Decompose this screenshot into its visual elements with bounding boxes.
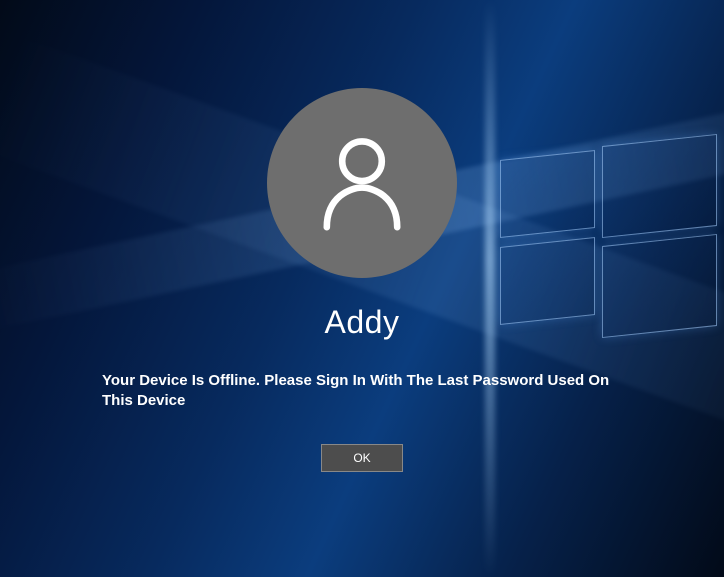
ok-button-label: OK — [353, 451, 370, 465]
ok-button[interactable]: OK — [321, 444, 403, 472]
lock-screen: Addy Your Device Is Offline. Please Sign… — [0, 0, 724, 577]
offline-status-message: Your Device Is Offline. Please Sign In W… — [102, 371, 622, 412]
user-icon — [307, 126, 417, 241]
login-panel: Addy Your Device Is Offline. Please Sign… — [0, 0, 724, 577]
avatar — [267, 88, 457, 278]
username-label: Addy — [325, 304, 400, 341]
